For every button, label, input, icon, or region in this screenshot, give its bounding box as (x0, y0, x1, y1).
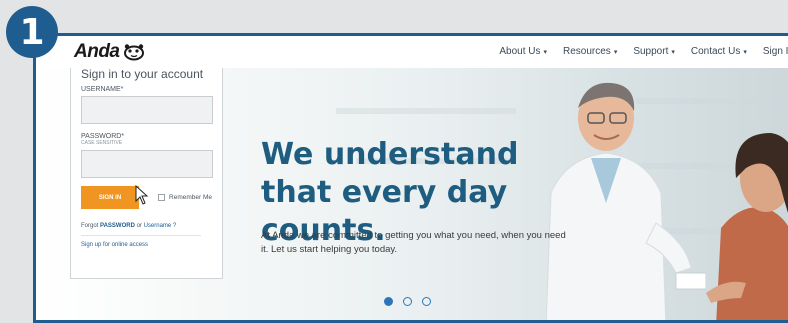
password-label: PASSWORD* (81, 133, 125, 140)
forgot-password-link[interactable]: PASSWORD (100, 223, 135, 229)
browser-page: Anda About Us ▾ Resources ▾ Support ▾ Co… (33, 33, 788, 323)
caret-down-icon: ▾ (543, 48, 547, 56)
forgot-username-link[interactable]: Username ? (144, 223, 177, 229)
remember-me-toggle[interactable]: Remember Me (158, 194, 212, 201)
signup-link[interactable]: Sign up for online access (81, 242, 212, 248)
username-input[interactable] (81, 96, 213, 124)
carousel-dot-1[interactable] (384, 297, 393, 306)
divider (81, 235, 201, 236)
customer-image (706, 133, 788, 320)
menu-resources[interactable]: Resources ▾ (563, 46, 617, 57)
forgot-or: or (134, 223, 144, 229)
background-shelf (336, 108, 516, 114)
mouse-cursor-icon (135, 184, 149, 205)
main-menu: About Us ▾ Resources ▾ Support ▾ Contact… (483, 46, 788, 57)
sign-in-button[interactable]: SIGN IN (81, 186, 139, 209)
carousel-dot-3[interactable] (422, 297, 431, 306)
anda-logo[interactable]: Anda (74, 41, 146, 63)
hero-subtext: At Anda we are committed to getting you … (261, 230, 566, 255)
menu-label: About Us (499, 46, 541, 57)
forgot-prefix: Forgot (81, 223, 101, 229)
menu-sign-in[interactable]: Sign In (763, 46, 788, 57)
remember-me-label: Remember Me (169, 194, 212, 201)
menu-label: Support (633, 46, 669, 57)
menu-label: Resources (563, 46, 611, 57)
caret-down-icon: ▾ (613, 48, 618, 56)
menu-about-us[interactable]: About Us ▾ (499, 46, 547, 57)
remember-me-checkbox[interactable] (158, 194, 166, 201)
top-navigation: Anda About Us ▾ Resources ▾ Support ▾ Co… (36, 36, 788, 68)
username-label: USERNAME* (81, 86, 124, 93)
menu-support[interactable]: Support ▾ (633, 46, 675, 57)
menu-contact-us[interactable]: Contact Us ▾ (691, 46, 747, 57)
menu-label: Contact Us (690, 46, 741, 57)
step-number-badge: 1 (6, 6, 58, 58)
login-title: Sign in to your account (81, 67, 204, 81)
forgot-credentials: Forgot PASSWORD or Username ? (81, 223, 212, 229)
logo-mark-icon (123, 44, 144, 61)
caret-down-icon: ▾ (671, 48, 675, 56)
password-input[interactable] (81, 150, 213, 178)
carousel-indicators (384, 297, 441, 306)
login-card: Sign in to your account USERNAME* PASSWO… (70, 54, 223, 279)
logo-text: Anda (74, 41, 120, 62)
password-case-note: CASE SENSITIVE (81, 140, 123, 146)
carousel-dot-2[interactable] (403, 297, 412, 306)
caret-down-icon: ▾ (743, 48, 747, 56)
